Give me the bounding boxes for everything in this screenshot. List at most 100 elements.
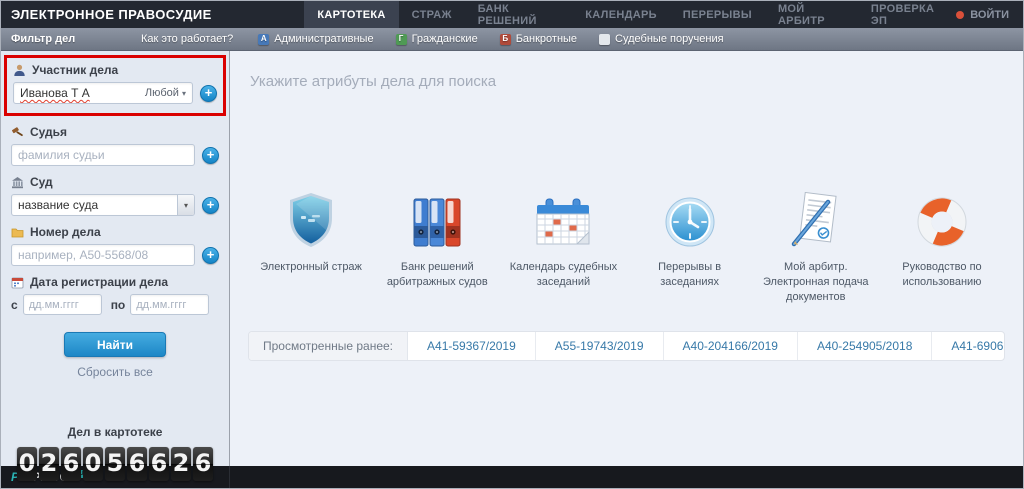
category-civil[interactable]: Г Гражданские: [385, 33, 489, 45]
service-label: Перерывы в заседаниях: [631, 260, 749, 290]
category-label: Судебные поручения: [615, 33, 724, 45]
case-categories: А Административные Г Гражданские Б Банкр…: [247, 33, 734, 45]
how-it-works-link[interactable]: Как это работает?: [141, 33, 233, 45]
folder-icon: [11, 226, 24, 239]
chevron-down-icon: ▾: [182, 89, 186, 98]
service-label: Мой арбитр. Электронная подача документо…: [757, 260, 875, 305]
service-electronic-guard[interactable]: Электронный страж: [248, 184, 374, 305]
login-button[interactable]: ВОЙТИ: [956, 1, 1023, 28]
recently-viewed-bar: Просмотренные ранее: А41-59367/2019 А55-…: [248, 331, 1005, 361]
date-from-label: с: [11, 298, 18, 312]
tab-kalendar[interactable]: КАЛЕНДАРЬ: [572, 1, 670, 28]
judge-input[interactable]: [11, 144, 195, 166]
judge-group: Судья +: [11, 125, 219, 166]
service-label: Руководство по использованию: [883, 260, 1001, 290]
participant-label: Участник дела: [32, 63, 118, 77]
recent-case-link[interactable]: А55-19743/2019: [536, 332, 664, 360]
counter-digit: 0: [17, 447, 37, 481]
service-my-arbitr-filing[interactable]: Мой арбитр. Электронная подача документо…: [753, 184, 879, 305]
registration-date-group: Дата регистрации дела с по: [11, 275, 219, 315]
bankruptcy-icon: Б: [500, 34, 511, 45]
lifering-icon: [916, 196, 968, 248]
date-to-input[interactable]: [130, 294, 209, 315]
case-number-group: Номер дела +: [11, 225, 219, 266]
tab-proverka-ep[interactable]: ПРОВЕРКА ЭП: [858, 1, 956, 28]
services-row: Электронный страж: [248, 184, 1005, 305]
tab-bank-resheniy[interactable]: БАНК РЕШЕНИЙ: [465, 1, 573, 28]
service-hearing-breaks[interactable]: Перерывы в заседаниях: [627, 184, 753, 305]
court-building-icon: [11, 176, 24, 189]
court-placeholder: название суда: [12, 198, 177, 212]
service-decision-bank[interactable]: Банк решений арбитражных судов: [374, 184, 500, 305]
service-label: Банк решений арбитражных судов: [378, 260, 496, 290]
add-case-number-button[interactable]: +: [202, 247, 219, 264]
search-button[interactable]: Найти: [64, 332, 166, 357]
login-label: ВОЙТИ: [970, 9, 1009, 21]
shield-icon: [287, 192, 335, 248]
add-court-button[interactable]: +: [202, 197, 219, 214]
counter-digit: 2: [39, 447, 59, 481]
tab-strazh[interactable]: СТРАЖ: [399, 1, 465, 28]
category-bankruptcy[interactable]: Б Банкротные: [489, 33, 588, 45]
main-content: Укажите атрибуты дела для поиска: [230, 51, 1023, 466]
counter-label: Дел в картотеке: [11, 425, 219, 439]
clock-icon: [664, 196, 716, 248]
case-number-label: Номер дела: [30, 225, 101, 239]
chevron-down-icon[interactable]: ▾: [177, 195, 194, 215]
administrative-icon: А: [258, 34, 269, 45]
counter-digit: 0: [83, 447, 103, 481]
gavel-icon: [11, 126, 24, 139]
filter-bar: Фильтр дел Как это работает? А Администр…: [1, 28, 1023, 51]
brand-title: ЭЛЕКТРОННОЕ ПРАВОСУДИЕ: [1, 1, 304, 28]
tab-kartoteka[interactable]: КАРТОТЕКА: [304, 1, 398, 28]
category-administrative[interactable]: А Административные: [247, 33, 384, 45]
service-label: Календарь судебных заседаний: [504, 260, 622, 290]
judge-label: Судья: [30, 125, 67, 139]
counter-digit: 6: [149, 447, 169, 481]
service-hearings-calendar[interactable]: Календарь судебных заседаний: [500, 184, 626, 305]
calendar-small-icon: [11, 276, 24, 289]
add-participant-button[interactable]: +: [200, 85, 217, 102]
person-icon: [13, 64, 26, 77]
recent-case-link[interactable]: А40-204166/2019: [664, 332, 798, 360]
search-prompt-heading: Укажите атрибуты дела для поиска: [250, 73, 1005, 90]
counter-digit: 6: [61, 447, 81, 481]
tab-pereryvy[interactable]: ПЕРЕРЫВЫ: [670, 1, 765, 28]
search-filter-sidebar: Участник дела Иванова Т А Любой ▾ +: [1, 51, 230, 466]
counter-digit: 5: [105, 447, 125, 481]
service-label: Электронный страж: [252, 260, 370, 275]
participant-value[interactable]: Иванова Т А: [14, 86, 145, 100]
court-select[interactable]: название суда ▾: [11, 194, 195, 216]
login-status-icon: [956, 11, 964, 19]
app-window: ЭЛЕКТРОННОЕ ПРАВОСУДИЕ КАРТОТЕКА СТРАЖ Б…: [0, 0, 1024, 489]
nav-tabs: КАРТОТЕКА СТРАЖ БАНК РЕШЕНИЙ КАЛЕНДАРЬ П…: [304, 1, 956, 28]
counter-digits: 0 2 6 0 5 6 6 2 6: [11, 447, 219, 481]
case-number-input[interactable]: [11, 244, 195, 266]
recent-case-link[interactable]: А40-254905/2018: [798, 332, 932, 360]
category-court-orders[interactable]: Судебные поручения: [588, 33, 735, 45]
service-user-guide[interactable]: Руководство по использованию: [879, 184, 1005, 305]
participant-group-highlighted: Участник дела Иванова Т А Любой ▾ +: [4, 55, 226, 116]
category-label: Административные: [274, 33, 373, 45]
date-to-label: по: [111, 298, 126, 312]
date-from-input[interactable]: [23, 294, 102, 315]
counter-digit: 2: [171, 447, 191, 481]
registration-date-label: Дата регистрации дела: [30, 275, 168, 289]
counter-digit: 6: [193, 447, 213, 481]
recent-case-link[interactable]: А41-59367/2019: [408, 332, 536, 360]
counter-digit: 6: [127, 447, 147, 481]
recently-viewed-label: Просмотренные ранее:: [249, 332, 408, 360]
calendar-icon: [536, 198, 590, 248]
category-label: Гражданские: [412, 33, 478, 45]
recent-case-link[interactable]: А41-69066/2018: [932, 332, 1005, 360]
court-label: Суд: [30, 175, 53, 189]
filter-title: Фильтр дел: [1, 33, 141, 45]
tab-moy-arbitr[interactable]: МОЙ АРБИТР: [765, 1, 858, 28]
top-navigation: ЭЛЕКТРОННОЕ ПРАВОСУДИЕ КАРТОТЕКА СТРАЖ Б…: [1, 1, 1023, 28]
category-label: Банкротные: [516, 33, 577, 45]
add-judge-button[interactable]: +: [202, 147, 219, 164]
reset-all-link[interactable]: Сбросить все: [11, 365, 219, 379]
participant-input[interactable]: Иванова Т А Любой ▾: [13, 82, 193, 104]
participant-role-dropdown[interactable]: Любой ▾: [145, 87, 192, 99]
civil-icon: Г: [396, 34, 407, 45]
